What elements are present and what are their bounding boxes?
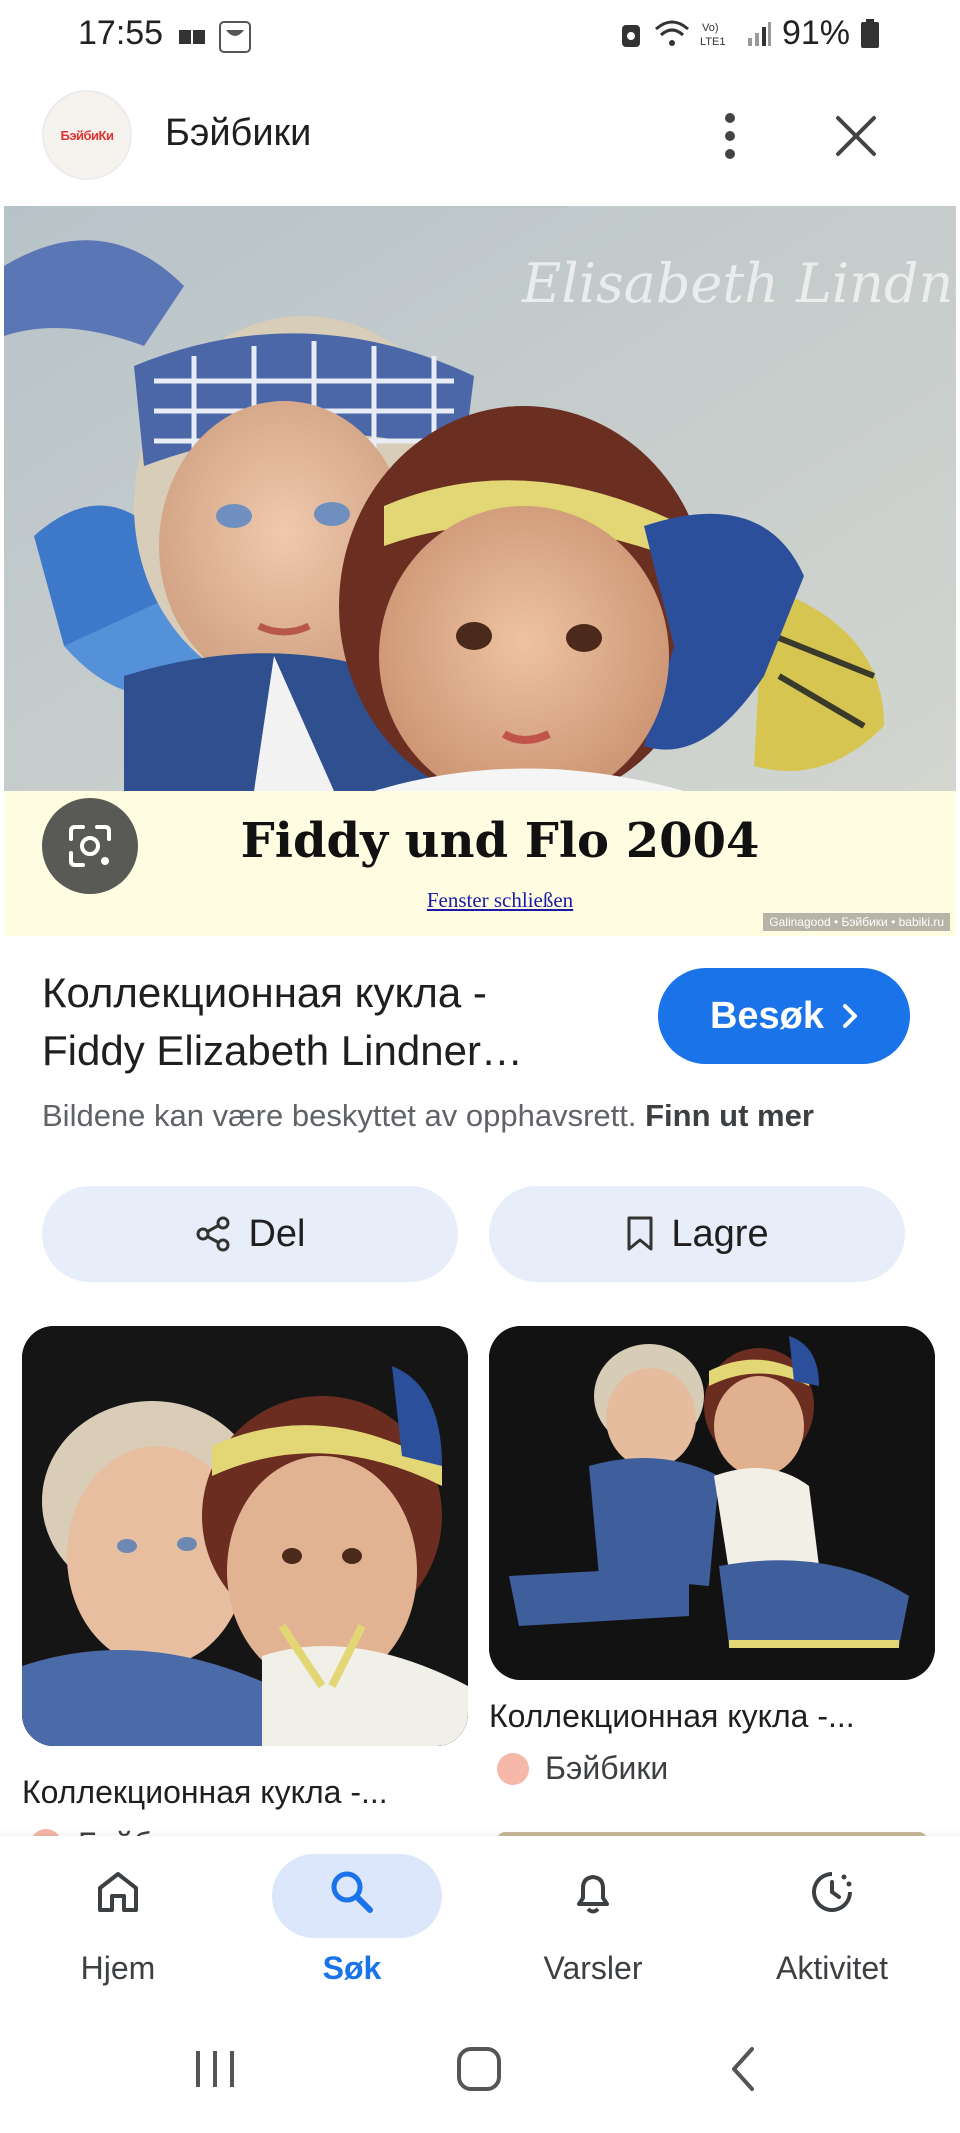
nav-search[interactable]: Søk bbox=[252, 1854, 452, 1994]
visit-button[interactable]: Besøk bbox=[658, 968, 910, 1064]
image-caption-title: Fiddy und Flo 2004 bbox=[240, 813, 760, 869]
more-options-icon[interactable] bbox=[710, 108, 750, 164]
related-doll-photo bbox=[489, 1326, 935, 1680]
recents-icon[interactable] bbox=[192, 2047, 238, 2091]
related-image[interactable] bbox=[489, 1326, 935, 1680]
chevron-right-icon bbox=[843, 1004, 858, 1028]
source-favicon-icon bbox=[497, 1752, 529, 1785]
home-icon-wrap bbox=[18, 1866, 218, 1926]
share-icon bbox=[196, 1216, 230, 1252]
result-title-line2: Fiddy Elizabeth Lindner… bbox=[42, 1027, 523, 1074]
home-button-icon[interactable] bbox=[455, 2045, 503, 2093]
image-watermark: Galinagood • Бэйбики • babiki.ru bbox=[763, 913, 950, 931]
search-icon-wrap bbox=[252, 1866, 452, 1926]
save-label: Lagre bbox=[671, 1212, 769, 1255]
back-icon[interactable] bbox=[728, 2045, 758, 2093]
nav-home-label: Hjem bbox=[80, 1950, 156, 1986]
wifi-icon bbox=[654, 20, 689, 46]
related-doll-photo bbox=[22, 1326, 468, 1746]
activity-icon-wrap bbox=[732, 1866, 932, 1926]
related-source-name: Бэйбики bbox=[545, 1750, 669, 1786]
related-item[interactable]: Коллекционная кукла -... Бэйбики bbox=[22, 1326, 468, 1862]
image-caption-link: Fenster schließen bbox=[426, 888, 574, 912]
nav-activity-label: Aktivitet bbox=[775, 1950, 889, 1986]
related-caption[interactable]: Коллекционная кукла -... bbox=[22, 1774, 388, 1811]
share-label: Del bbox=[248, 1212, 306, 1255]
nav-search-label: Søk bbox=[322, 1950, 382, 1986]
battery-icon bbox=[861, 18, 879, 48]
alarm-icon bbox=[621, 24, 640, 47]
related-image[interactable] bbox=[22, 1326, 468, 1746]
visit-button-label: Besøk bbox=[709, 994, 825, 1037]
learn-more-link[interactable]: Finn ut mer bbox=[645, 1098, 814, 1133]
signal-icon bbox=[747, 21, 771, 46]
nav-notifications[interactable]: Varsler bbox=[493, 1854, 693, 1994]
svg-text:LTE1: LTE1 bbox=[700, 36, 725, 48]
svg-text:Vo): Vo) bbox=[702, 22, 719, 34]
lte-icon: Vo) LTE1 bbox=[700, 22, 725, 48]
app-notification-icon bbox=[219, 21, 251, 53]
related-caption[interactable]: Коллекционная кукла -... bbox=[489, 1698, 855, 1735]
image-signature: Elisabeth Lindner bbox=[522, 252, 956, 315]
bell-icon-wrap bbox=[493, 1866, 693, 1926]
main-image[interactable]: Elisabeth Lindner Fiddy und Flo 2004 Fen… bbox=[4, 206, 956, 936]
activity-icon bbox=[812, 1872, 852, 1912]
site-logo[interactable]: БэйбиКи bbox=[42, 90, 132, 180]
status-left-icons bbox=[178, 20, 252, 54]
nav-home[interactable]: Hjem bbox=[18, 1854, 218, 1994]
message-icon bbox=[179, 30, 205, 44]
battery-percent: 91% bbox=[781, 14, 850, 52]
search-icon bbox=[331, 1871, 373, 1913]
bottom-navigation: Hjem Søk Varsler Aktivitet bbox=[0, 1836, 960, 2011]
close-icon[interactable] bbox=[828, 108, 884, 164]
share-button[interactable]: Del bbox=[42, 1186, 458, 1282]
status-time: 17:55 bbox=[78, 14, 164, 52]
system-navigation-bar bbox=[0, 2011, 960, 2133]
lens-search-button[interactable] bbox=[42, 798, 138, 894]
lens-icon bbox=[69, 825, 111, 867]
image-caption-area: Fiddy und Flo 2004 Fenster schließen Gal… bbox=[4, 791, 956, 936]
site-logo-text: БэйбиКи bbox=[60, 127, 114, 143]
bookmark-icon bbox=[627, 1216, 653, 1251]
result-title[interactable]: Коллекционная кукла - Fiddy Elizabeth Li… bbox=[42, 964, 602, 1080]
site-name[interactable]: Бэйбики bbox=[165, 112, 311, 155]
nav-notifications-label: Varsler bbox=[543, 1950, 643, 1986]
copyright-notice: Bildene kan være beskyttet av opphavsret… bbox=[42, 1098, 814, 1134]
status-bar: 17:55 Vo) LTE1 91% bbox=[0, 0, 960, 70]
status-right: Vo) LTE1 91% bbox=[618, 14, 880, 53]
related-source: Бэйбики bbox=[497, 1750, 668, 1787]
copyright-text: Bildene kan være beskyttet av opphavsret… bbox=[42, 1098, 637, 1133]
bell-icon bbox=[577, 1875, 609, 1914]
result-title-line1: Коллекционная кукла - bbox=[42, 969, 487, 1016]
related-item[interactable]: Коллекционная кукла -... Бэйбики bbox=[489, 1326, 935, 1840]
nav-activity[interactable]: Aktivitet bbox=[732, 1854, 932, 1994]
save-button[interactable]: Lagre bbox=[489, 1186, 905, 1282]
viewer-header: БэйбиКи Бэйбики bbox=[0, 80, 960, 190]
home-icon bbox=[98, 1872, 138, 1912]
